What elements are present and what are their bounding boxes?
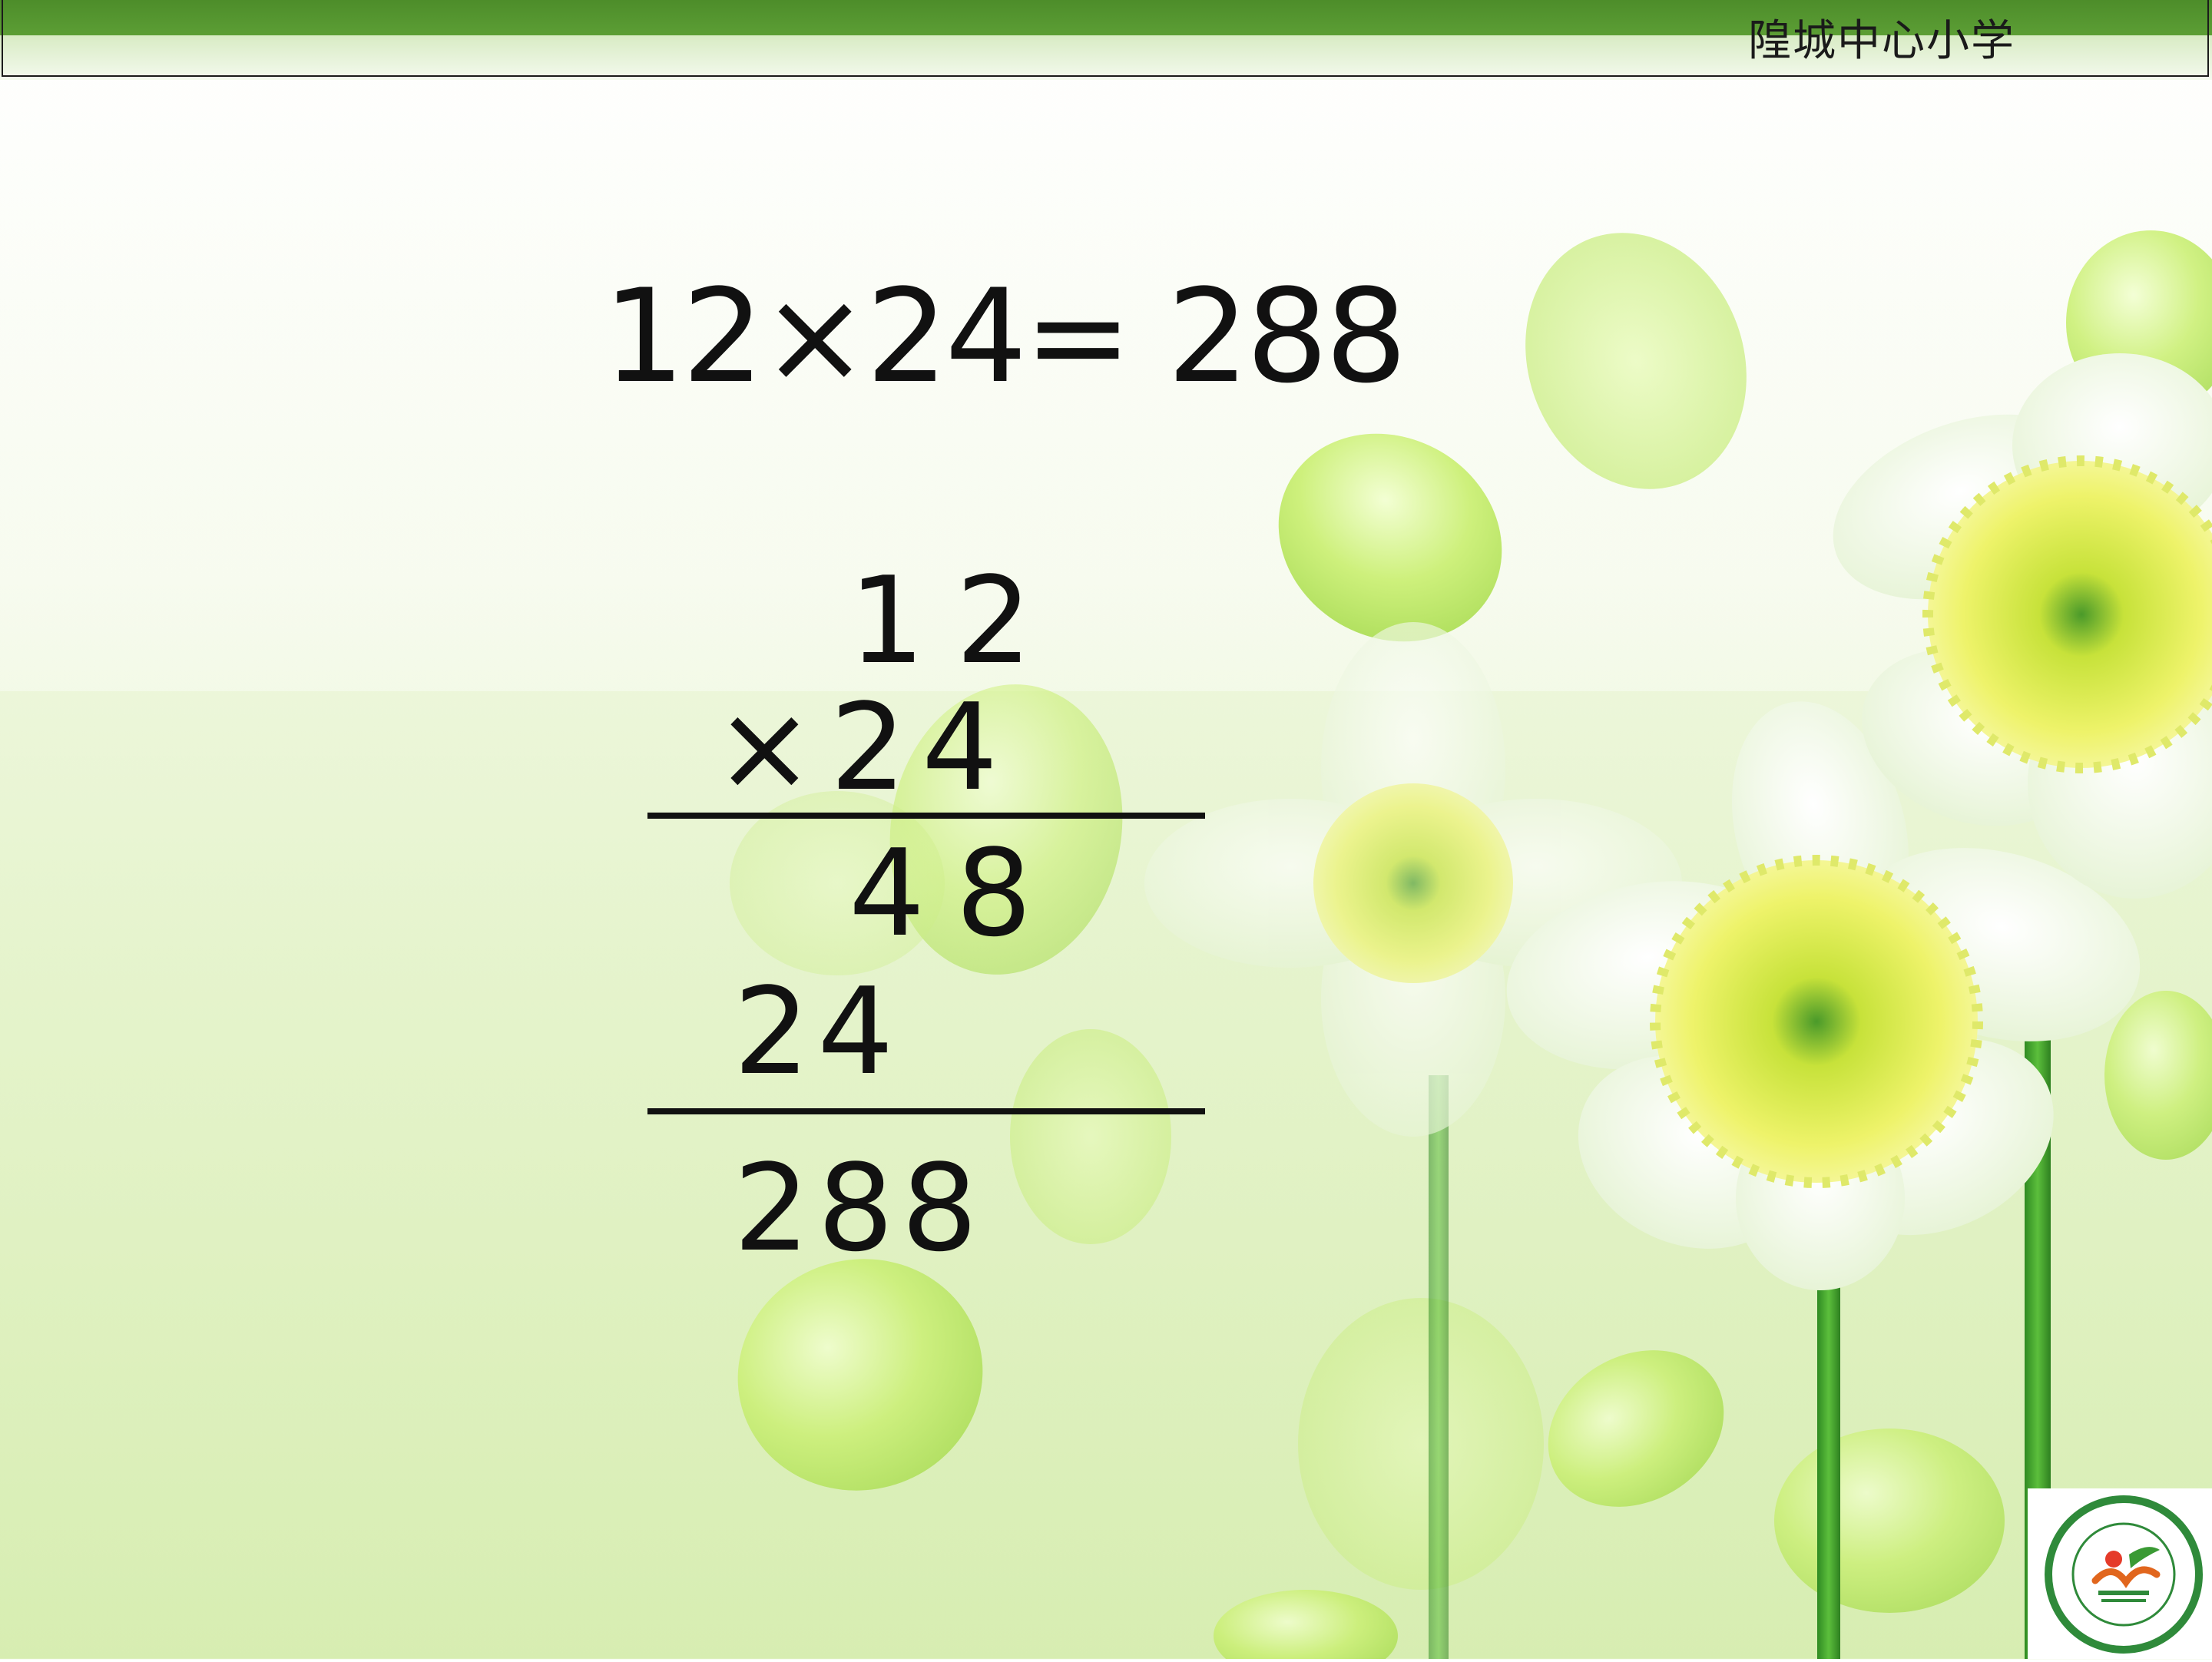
- school-logo: [2028, 1488, 2212, 1659]
- rule-line-2: [647, 1108, 1205, 1114]
- background-scenery: [0, 230, 2212, 1659]
- partial-product-2: 24: [733, 962, 902, 1101]
- partial-product-1: 48: [849, 823, 1063, 963]
- result: 288: [733, 1138, 985, 1278]
- multiplicand: 12: [849, 551, 1063, 690]
- multiplier-row: ×24: [714, 677, 1014, 817]
- school-name: 隍城中心小学: [1748, 16, 2015, 66]
- header-banner: 隍城中心小学: [0, 0, 2212, 80]
- equation-text: 12×24= 288: [603, 261, 1407, 412]
- rule-line-1: [647, 813, 1205, 819]
- school-emblem-icon: [2045, 1495, 2203, 1654]
